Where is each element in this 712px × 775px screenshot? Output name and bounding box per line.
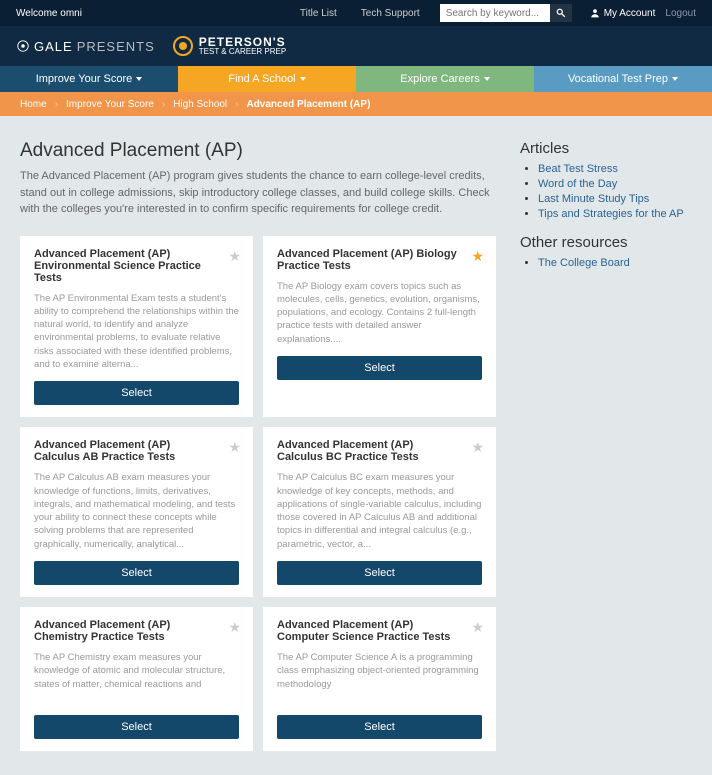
page-title: Advanced Placement (AP) [20,140,496,162]
test-card: ★Advanced Placement (AP) Calculus AB Pra… [20,427,253,597]
select-button[interactable]: Select [277,356,482,380]
crumb-improve[interactable]: Improve Your Score [66,99,154,110]
test-card: ★Advanced Placement (AP) Chemistry Pract… [20,607,253,751]
chevron-right-icon: › [235,99,238,110]
nav-tabs: Improve Your Score Find A School Explore… [0,66,712,92]
resources-heading: Other resources [520,234,692,251]
chevron-right-icon: › [162,99,165,110]
select-button[interactable]: Select [34,561,239,585]
select-button[interactable]: Select [277,561,482,585]
tab-find-school[interactable]: Find A School [178,66,356,92]
card-title: Advanced Placement (AP) Computer Science… [277,619,482,643]
card-description: The AP Biology exam covers topics such a… [277,280,482,346]
favorite-star-icon[interactable]: ★ [471,248,484,265]
chevron-right-icon: › [55,99,58,110]
favorite-star-icon[interactable]: ★ [471,619,484,636]
title-list-link[interactable]: Title List [300,8,337,19]
test-card: ★Advanced Placement (AP) Calculus BC Pra… [263,427,496,597]
my-account-link[interactable]: My Account [590,8,656,19]
favorite-star-icon[interactable]: ★ [228,439,241,456]
crumb-current: Advanced Placement (AP) [246,99,370,110]
card-title: Advanced Placement (AP) Chemistry Practi… [34,619,239,643]
tab-improve-score[interactable]: Improve Your Score [0,66,178,92]
welcome-text: Welcome omni [16,8,82,19]
crumb-highschool[interactable]: High School [173,99,227,110]
card-title: Advanced Placement (AP) Environmental Sc… [34,248,239,284]
tech-support-link[interactable]: Tech Support [361,8,420,19]
sidebar: Articles Beat Test Stress Word of the Day… [520,140,692,751]
article-link[interactable]: Beat Test Stress [538,163,692,175]
select-button[interactable]: Select [34,381,239,405]
card-description: The AP Calculus BC exam measures your kn… [277,471,482,551]
test-card: ★Advanced Placement (AP) Biology Practic… [263,236,496,418]
chevron-down-icon [300,77,306,81]
articles-heading: Articles [520,140,692,157]
crumb-home[interactable]: Home [20,99,47,110]
card-description: The AP Environmental Exam tests a studen… [34,292,239,372]
chevron-down-icon [484,77,490,81]
card-description: The AP Chemistry exam measures your know… [34,651,239,705]
favorite-star-icon[interactable]: ★ [228,248,241,265]
user-icon [590,8,600,18]
select-button[interactable]: Select [34,715,239,739]
test-card: ★Advanced Placement (AP) Computer Scienc… [263,607,496,751]
chevron-down-icon [136,77,142,81]
card-title: Advanced Placement (AP) Calculus BC Prac… [277,439,482,463]
breadcrumb: Home › Improve Your Score › High School … [0,92,712,116]
article-link[interactable]: Word of the Day [538,178,692,190]
articles-list: Beat Test Stress Word of the Day Last Minu… [520,163,692,220]
card-grid: ★Advanced Placement (AP) Environmental S… [20,236,496,752]
gale-icon [16,39,30,53]
search-input[interactable] [440,4,550,22]
favorite-star-icon[interactable]: ★ [228,619,241,636]
search-icon [556,8,566,18]
tab-vocational-prep[interactable]: Vocational Test Prep [534,66,712,92]
card-title: Advanced Placement (AP) Biology Practice… [277,248,482,272]
resources-list: The College Board [520,257,692,269]
search-box [440,4,572,22]
logout-link[interactable]: Logout [665,8,696,19]
card-title: Advanced Placement (AP) Calculus AB Prac… [34,439,239,463]
test-card: ★Advanced Placement (AP) Environmental S… [20,236,253,418]
article-link[interactable]: Tips and Strategies for the AP [538,208,692,220]
article-link[interactable]: Last Minute Study Tips [538,193,692,205]
top-bar: Welcome omni Title List Tech Support My … [0,0,712,26]
resource-link[interactable]: The College Board [538,257,692,269]
favorite-star-icon[interactable]: ★ [471,439,484,456]
card-description: The AP Calculus AB exam measures your kn… [34,471,239,551]
search-button[interactable] [550,4,572,22]
main-content: Advanced Placement (AP) The Advanced Pla… [20,140,496,751]
peterson-icon [173,36,193,56]
card-description: The AP Computer Science A is a programmi… [277,651,482,705]
page-intro: The Advanced Placement (AP) program give… [20,168,496,218]
select-button[interactable]: Select [277,715,482,739]
gale-logo: GALE PRESENTS [16,39,155,54]
brand-bar: GALE PRESENTS PETERSON'S TEST & CAREER P… [0,26,712,66]
peterson-logo: PETERSON'S TEST & CAREER PREP [173,36,286,56]
tab-explore-careers[interactable]: Explore Careers [356,66,534,92]
chevron-down-icon [672,77,678,81]
